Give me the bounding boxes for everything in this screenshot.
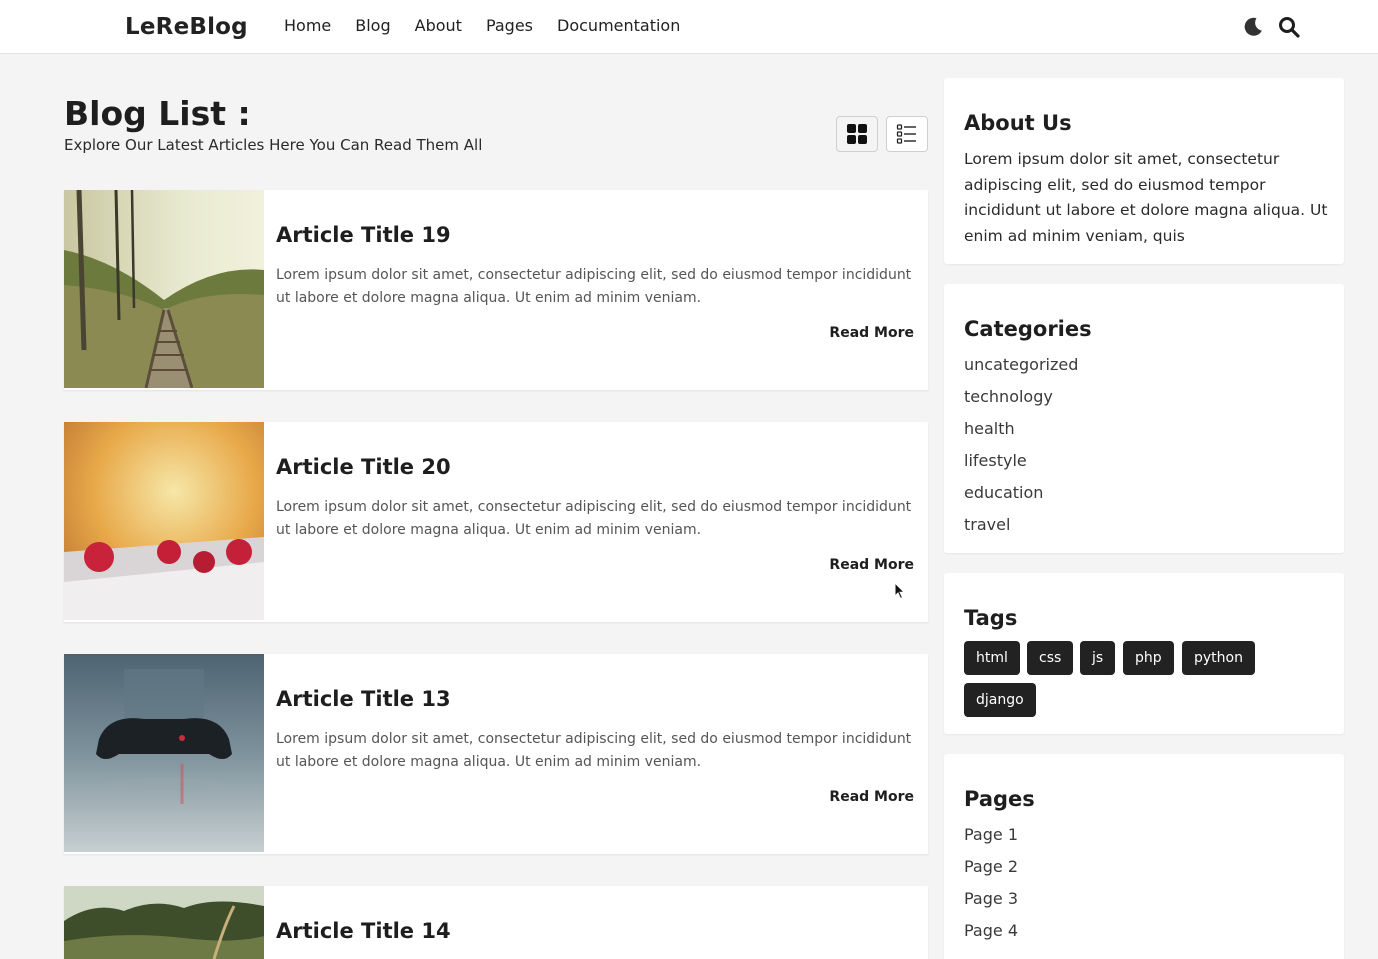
grid-icon [847,124,867,144]
tag-python[interactable]: python [1182,641,1255,675]
tag-js[interactable]: js [1080,641,1116,675]
article-title[interactable]: Article Title 19 [276,223,451,247]
article-excerpt: Lorem ipsum dolor sit amet, consectetur … [276,731,912,770]
article-excerpt: Lorem ipsum dolor sit amet, consectetur … [276,499,912,538]
categories-list: uncategorized technology health lifestyl… [964,354,1078,546]
moon-icon[interactable] [1241,15,1265,39]
page-link[interactable]: Page 3 [964,888,1018,920]
nav-about[interactable]: About [415,16,462,35]
article-title[interactable]: Article Title 13 [276,687,451,711]
category-link[interactable]: uncategorized [964,354,1078,386]
article-thumbnail-raspberries[interactable] [64,422,264,620]
nav-blog[interactable]: Blog [355,16,390,35]
category-link[interactable]: travel [964,514,1078,546]
article-thumbnail-railway[interactable] [64,190,264,388]
read-more-link[interactable]: Read More [829,789,914,805]
categories-widget: Categories uncategorized technology heal… [944,284,1344,553]
article-card: Article Title 19 Lorem ipsum dolor sit a… [64,190,928,390]
read-more-link[interactable]: Read More [829,325,914,341]
about-text: Lorem ipsum dolor sit amet, consectetur … [964,150,1328,245]
tag-html[interactable]: html [964,641,1020,675]
list-icon [896,124,916,144]
category-link[interactable]: lifestyle [964,450,1078,482]
main-nav: Home Blog About Pages Documentation [284,16,704,35]
pages-widget: Pages Page 1 Page 2 Page 3 Page 4 [944,754,1344,959]
pages-list: Page 1 Page 2 Page 3 Page 4 [964,824,1018,952]
read-more-link[interactable]: Read More [829,557,914,573]
article-thumbnail-field[interactable] [64,886,264,959]
nav-home[interactable]: Home [284,16,331,35]
tag-django[interactable]: django [964,683,1036,717]
categories-title: Categories [964,317,1092,341]
tag-php[interactable]: php [1123,641,1174,675]
mouse-cursor-icon [894,582,906,600]
category-link[interactable]: health [964,418,1078,450]
about-title: About Us [964,111,1072,135]
article-title[interactable]: Article Title 14 [276,919,451,943]
site-header: LeReBlog Home Blog About Pages Documenta… [0,0,1378,54]
tag-css[interactable]: css [1027,641,1074,675]
article-title[interactable]: Article Title 20 [276,455,451,479]
page-link[interactable]: Page 2 [964,856,1018,888]
article-card: Article Title 13 Lorem ipsum dolor sit a… [64,654,928,854]
nav-documentation[interactable]: Documentation [557,16,680,35]
list-view-button[interactable] [886,116,928,152]
category-link[interactable]: technology [964,386,1078,418]
nav-pages[interactable]: Pages [486,16,533,35]
article-card: Article Title 14 [64,886,928,959]
page-title: Blog List : [64,94,251,133]
article-card: Article Title 20 Lorem ipsum dolor sit a… [64,422,928,622]
article-thumbnail-gamepad[interactable] [64,654,264,852]
pages-title: Pages [964,787,1035,811]
search-icon[interactable] [1277,15,1301,39]
about-widget: About Us Lorem ipsum dolor sit amet, con… [944,78,1344,264]
category-link[interactable]: education [964,482,1078,514]
grid-view-button[interactable] [836,116,878,152]
article-excerpt: Lorem ipsum dolor sit amet, consectetur … [276,267,912,306]
site-logo[interactable]: LeReBlog [125,14,248,40]
tags-widget: Tags html css js php python django [944,573,1344,734]
page-link[interactable]: Page 4 [964,920,1018,952]
tags-title: Tags [964,606,1018,630]
page-link[interactable]: Page 1 [964,824,1018,856]
page-subtitle: Explore Our Latest Articles Here You Can… [64,136,483,154]
